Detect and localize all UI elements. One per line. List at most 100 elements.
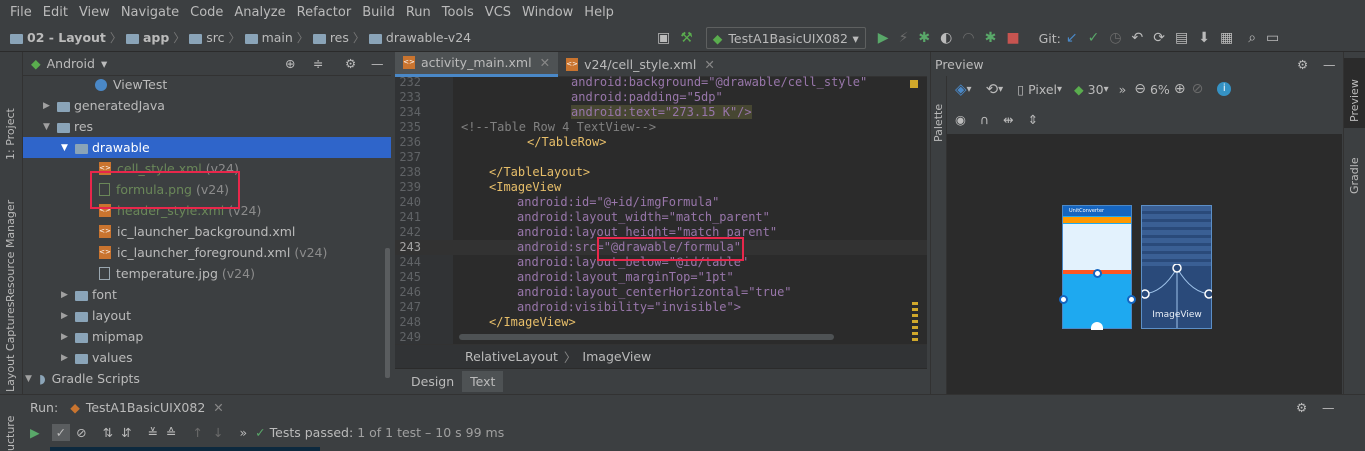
breadcrumb-src[interactable]: src [206, 30, 224, 45]
collapse-all-icon[interactable]: ≙ [166, 425, 176, 440]
collapse-icon[interactable]: ▼ [43, 122, 57, 132]
expand-icon[interactable]: ▶ [61, 290, 75, 300]
project-tool-tab[interactable]: 1: Project [4, 108, 17, 160]
breadcrumb-main[interactable]: main [262, 30, 293, 45]
code-line[interactable]: 245 android:layout_marginTop="1pt" [395, 270, 927, 285]
phone-design-view[interactable]: UnitConverter [1059, 205, 1136, 330]
attach-debugger-icon[interactable]: ✱ [985, 31, 997, 45]
collapse-all-icon[interactable]: ≑ [313, 56, 323, 71]
sort-alpha-icon[interactable]: ⇅ [103, 425, 113, 440]
tab-cell-style[interactable]: <> v24/cell_style.xml ✕ [558, 52, 723, 77]
avd-manager-icon[interactable]: ▤ [1175, 31, 1188, 45]
layers-icon[interactable]: ◈ [955, 80, 967, 98]
locate-icon[interactable]: ⊕ [285, 56, 295, 71]
breadcrumb-drawable[interactable]: drawable-v24 [386, 30, 471, 45]
feedback-icon[interactable]: ▭ [1266, 31, 1279, 45]
layout-inspector-icon[interactable]: ▣ [657, 31, 670, 45]
project-scrollbar[interactable] [385, 248, 390, 378]
debug-icon[interactable]: ✱ [918, 31, 930, 45]
collapse-icon[interactable]: ▼ [25, 374, 39, 384]
test-tree-selected-row[interactable] [50, 447, 320, 451]
code-line[interactable]: 233 android:padding="5dp" [395, 90, 927, 105]
palette-tab[interactable]: Palette [932, 104, 945, 142]
close-icon[interactable]: ✕ [213, 400, 223, 415]
previous-icon[interactable]: ↑ [193, 425, 203, 440]
menu-run[interactable]: Run [406, 5, 431, 20]
stop-icon[interactable]: ■ [1006, 31, 1019, 45]
git-update-icon[interactable]: ↙ [1066, 31, 1078, 45]
preview-tool-tab[interactable]: Preview [1348, 79, 1361, 122]
gear-icon[interactable]: ⚙ [1297, 57, 1308, 72]
align-horizontal-icon[interactable]: ⇹ [1003, 112, 1013, 127]
orientation-icon[interactable]: ⟲ [986, 80, 999, 98]
breadcrumb-relative-layout[interactable]: RelativeLayout [465, 349, 558, 364]
breadcrumb-project[interactable]: 02 - Layout [27, 30, 106, 45]
close-icon[interactable]: ✕ [704, 57, 714, 72]
hide-icon[interactable]: — [1323, 57, 1336, 72]
expand-icon[interactable]: ▶ [43, 101, 57, 111]
expand-icon[interactable]: ▶ [61, 311, 75, 321]
warning-marker-icon[interactable] [910, 80, 918, 88]
run-icon[interactable]: ▶ [878, 31, 889, 45]
code-line[interactable]: 236 </TableRow> [395, 135, 927, 150]
gradle-tool-tab[interactable]: Gradle [1348, 157, 1361, 194]
tab-design[interactable]: Design [403, 371, 462, 392]
menu-build[interactable]: Build [362, 5, 395, 20]
sort-duration-icon[interactable]: ⇵ [121, 425, 131, 440]
menu-vcs[interactable]: VCS [485, 5, 511, 20]
layout-captures-tab[interactable]: Layout Captures [4, 302, 17, 392]
search-icon[interactable]: ⌕ [1248, 31, 1256, 45]
tab-activity-main[interactable]: <> activity_main.xml ✕ [395, 51, 559, 77]
zoom-fit-icon[interactable]: ⊘ [1192, 81, 1204, 97]
zoom-out-icon[interactable]: ⊖ [1134, 81, 1146, 97]
menu-help[interactable]: Help [584, 5, 614, 20]
breadcrumb-imageview[interactable]: ImageView [582, 349, 651, 364]
rerun-icon[interactable]: ▶ [30, 425, 40, 440]
show-ignored-icon[interactable]: ⊘ [76, 425, 86, 440]
tree-item-ic-launcher-foreground[interactable]: <> ic_launcher_foreground.xml (v24) [99, 242, 327, 263]
hide-icon[interactable]: — [371, 56, 384, 71]
code-line[interactable]: 248 </ImageView> [395, 315, 927, 330]
menu-file[interactable]: File [10, 5, 32, 20]
code-line[interactable]: 237 [395, 150, 927, 165]
menu-code[interactable]: Code [190, 5, 223, 20]
tree-item-values[interactable]: ▶ values [61, 347, 133, 368]
info-icon[interactable]: i [1217, 82, 1232, 96]
code-line[interactable]: 246 android:layout_centerHorizontal="true… [395, 285, 927, 300]
tree-item-temperature[interactable]: temperature.jpg (v24) [99, 263, 255, 284]
expand-icon[interactable]: ▶ [61, 332, 75, 342]
code-line[interactable]: 238 </TableLayout> [395, 165, 927, 180]
tree-item-viewtest[interactable]: ViewTest [95, 74, 167, 95]
magnet-icon[interactable]: ∩ [980, 112, 989, 127]
eye-icon[interactable]: ◉ [955, 112, 966, 127]
show-passed-icon[interactable]: ✓ [51, 423, 71, 441]
resize-handle[interactable] [1059, 295, 1068, 304]
code-line[interactable]: 235 <!--Table Row 4 TextView--> [395, 120, 927, 135]
code-line[interactable]: 234 android:text="273.15 K"/> [395, 105, 927, 120]
tree-item-mipmap[interactable]: ▶ mipmap [61, 326, 143, 347]
phone-blueprint-view[interactable]: ImageView [1141, 205, 1212, 329]
git-history-icon[interactable]: ◷ [1109, 31, 1121, 45]
expand-all-icon[interactable]: ≚ [148, 425, 158, 440]
tree-item-res[interactable]: ▼ res [43, 116, 93, 137]
resize-handle[interactable] [1127, 295, 1136, 304]
align-vertical-icon[interactable]: ⇕ [1028, 112, 1038, 127]
project-view-mode[interactable]: Android [47, 56, 95, 71]
breadcrumb-res[interactable]: res [330, 30, 349, 45]
zoom-in-icon[interactable]: ⊕ [1174, 81, 1186, 97]
code-line[interactable]: 247 android:visibility="invisible"> [395, 300, 927, 315]
gear-icon[interactable]: ⚙ [345, 56, 356, 71]
profile-icon[interactable]: ◠ [962, 31, 974, 45]
device-select[interactable]: Pixel [1028, 82, 1057, 97]
menu-refactor[interactable]: Refactor [297, 5, 352, 20]
gear-icon[interactable]: ⚙ [1296, 400, 1307, 415]
run-config-select[interactable]: ◆ TestA1BasicUIX082 ▾ [705, 27, 866, 49]
expand-icon[interactable]: ▶ [61, 353, 75, 363]
resize-handle[interactable] [1093, 269, 1102, 278]
error-stripe[interactable] [912, 302, 918, 342]
close-icon[interactable]: ✕ [540, 55, 550, 70]
more-icon[interactable]: » [240, 425, 248, 440]
collapse-icon[interactable]: ▼ [61, 143, 75, 153]
tree-item-ic-launcher-background[interactable]: <> ic_launcher_background.xml [99, 221, 295, 242]
menu-view[interactable]: View [79, 5, 110, 20]
